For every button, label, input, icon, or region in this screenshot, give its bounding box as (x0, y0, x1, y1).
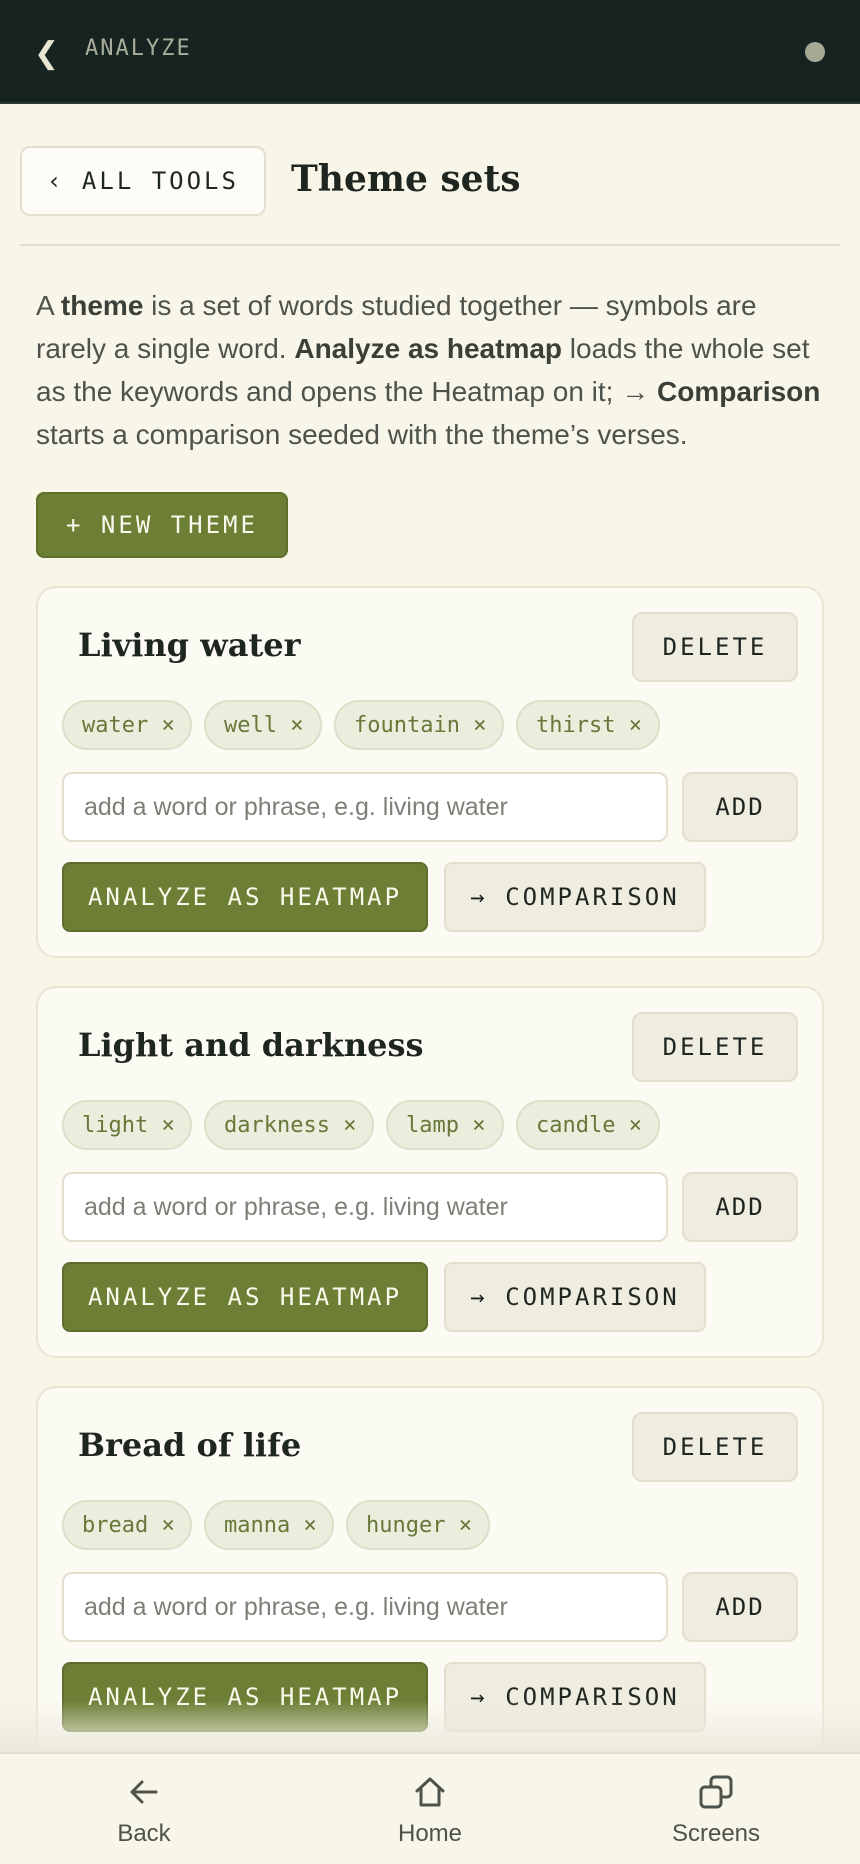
add-word-button[interactable]: ADD (682, 1572, 798, 1642)
add-word-input[interactable] (62, 772, 668, 842)
word-chip[interactable]: bread × (62, 1500, 192, 1550)
intro-part: A (36, 290, 61, 321)
new-theme-button[interactable]: + NEW THEME (36, 492, 288, 558)
bottom-nav: Back Home Screens (0, 1752, 860, 1864)
theme-card-light-and-darkness: Light and darkness DELETE light × darkne… (36, 986, 824, 1358)
add-word-button[interactable]: ADD (682, 772, 798, 842)
word-chip[interactable]: hunger × (346, 1500, 490, 1550)
add-word-input[interactable] (62, 1572, 668, 1642)
arrow-left-icon (130, 1780, 158, 1804)
delete-theme-button[interactable]: DELETE (632, 1412, 798, 1482)
nav-screens-label: Screens (671, 1820, 761, 1847)
scroll-fade (0, 1700, 860, 1752)
nav-back-label: Back (117, 1820, 171, 1847)
word-chip[interactable]: well × (204, 700, 322, 750)
word-chip[interactable]: thirst × (516, 700, 660, 750)
status-dot-icon (805, 42, 825, 62)
intro-text: A theme is a set of words studied togeth… (36, 284, 826, 456)
nav-home-label: Home (397, 1820, 463, 1847)
all-tools-button[interactable]: ‹ ALL TOOLS (20, 146, 266, 216)
word-chip[interactable]: darkness × (204, 1100, 374, 1150)
top-bar-title: ANALYZE (85, 36, 192, 61)
nav-back[interactable]: Back (64, 1772, 224, 1856)
word-chip[interactable]: water × (62, 700, 192, 750)
theme-title: Light and darkness (78, 1026, 424, 1064)
delete-theme-button[interactable]: DELETE (632, 612, 798, 682)
word-chip[interactable]: light × (62, 1100, 192, 1150)
word-chip[interactable]: fountain × (334, 700, 504, 750)
intro-bold-comparison: Comparison (657, 376, 821, 407)
analyze-as-heatmap-button[interactable]: ANALYZE AS HEATMAP (62, 862, 428, 932)
word-chip[interactable]: lamp × (386, 1100, 504, 1150)
top-bar: ❮ ANALYZE (0, 0, 860, 104)
theme-title: Living water (78, 626, 301, 664)
delete-theme-button[interactable]: DELETE (632, 1012, 798, 1082)
word-chip[interactable]: manna × (204, 1500, 334, 1550)
analyze-as-heatmap-button[interactable]: ANALYZE AS HEATMAP (62, 1262, 428, 1332)
intro-bold-heatmap: Analyze as heatmap (294, 333, 563, 364)
theme-card-living-water: Living water DELETE water × well × fount… (36, 586, 824, 958)
back-chevron-icon[interactable]: ❮ (34, 34, 64, 74)
add-word-button[interactable]: ADD (682, 1172, 798, 1242)
add-word-input[interactable] (62, 1172, 668, 1242)
comparison-button[interactable]: → COMPARISON (444, 862, 706, 932)
comparison-button[interactable]: → COMPARISON (444, 1262, 706, 1332)
nav-screens[interactable]: Screens (636, 1772, 796, 1856)
word-chip[interactable]: candle × (516, 1100, 660, 1150)
screens-icon (699, 1775, 733, 1809)
page-header: ‹ ALL TOOLS Theme sets (20, 146, 840, 246)
page-title: Theme sets (291, 158, 521, 200)
intro-part: starts a comparison seeded with the them… (36, 419, 688, 450)
home-icon (415, 1777, 445, 1807)
intro-bold-theme: theme (60, 290, 144, 321)
nav-home[interactable]: Home (350, 1772, 510, 1856)
theme-title: Bread of life (78, 1426, 302, 1464)
